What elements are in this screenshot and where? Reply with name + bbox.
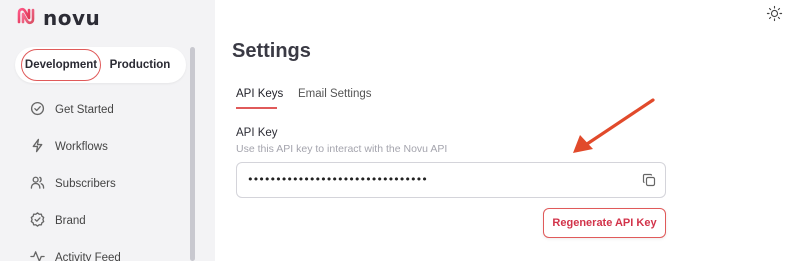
sidebar-item-brand[interactable]: Brand <box>30 210 86 232</box>
sidebar-scrollbar[interactable] <box>190 47 195 261</box>
api-key-label: API Key <box>236 127 278 139</box>
page-title: Settings <box>232 40 311 62</box>
api-key-description: Use this API key to interact with the No… <box>236 143 448 155</box>
env-production-button[interactable]: Production <box>101 49 179 81</box>
check-circle-icon <box>30 101 45 119</box>
users-icon <box>30 175 45 193</box>
sidebar: novu Development Production Get Started <box>0 0 215 261</box>
sidebar-item-label: Brand <box>55 215 86 227</box>
sidebar-item-label: Get Started <box>55 104 114 116</box>
sidebar-item-label: Subscribers <box>55 178 116 190</box>
activity-icon <box>30 249 45 261</box>
sun-icon[interactable] <box>766 5 783 22</box>
tab-api-keys[interactable]: API Keys <box>236 88 283 100</box>
brand[interactable]: novu <box>16 6 100 30</box>
lightning-icon <box>30 138 45 156</box>
novu-logo-icon <box>16 6 36 31</box>
sidebar-item-workflows[interactable]: Workflows <box>30 136 108 158</box>
annotation-arrow-icon <box>573 98 655 153</box>
badge-check-icon <box>30 212 45 230</box>
sidebar-item-subscribers[interactable]: Subscribers <box>30 173 116 195</box>
api-key-field[interactable]: •••••••••••••••••••••••••••••••• <box>236 162 666 198</box>
env-development-button[interactable]: Development <box>21 49 101 81</box>
environment-switch: Development Production <box>15 47 186 83</box>
sidebar-item-label: Activity Feed <box>55 252 121 261</box>
brand-name: novu <box>43 6 101 30</box>
copy-icon[interactable] <box>642 173 656 187</box>
sidebar-item-label: Workflows <box>55 141 108 153</box>
api-key-value[interactable]: •••••••••••••••••••••••••••••••• <box>247 173 428 186</box>
active-tab-indicator <box>236 107 277 109</box>
regenerate-api-key-button[interactable]: Regenerate API Key <box>543 208 666 238</box>
sidebar-item-activity-feed[interactable]: Activity Feed <box>30 247 121 261</box>
tab-email-settings[interactable]: Email Settings <box>298 88 372 100</box>
app-window: novu Development Production Get Started <box>0 0 800 261</box>
sidebar-item-get-started[interactable]: Get Started <box>30 99 114 121</box>
